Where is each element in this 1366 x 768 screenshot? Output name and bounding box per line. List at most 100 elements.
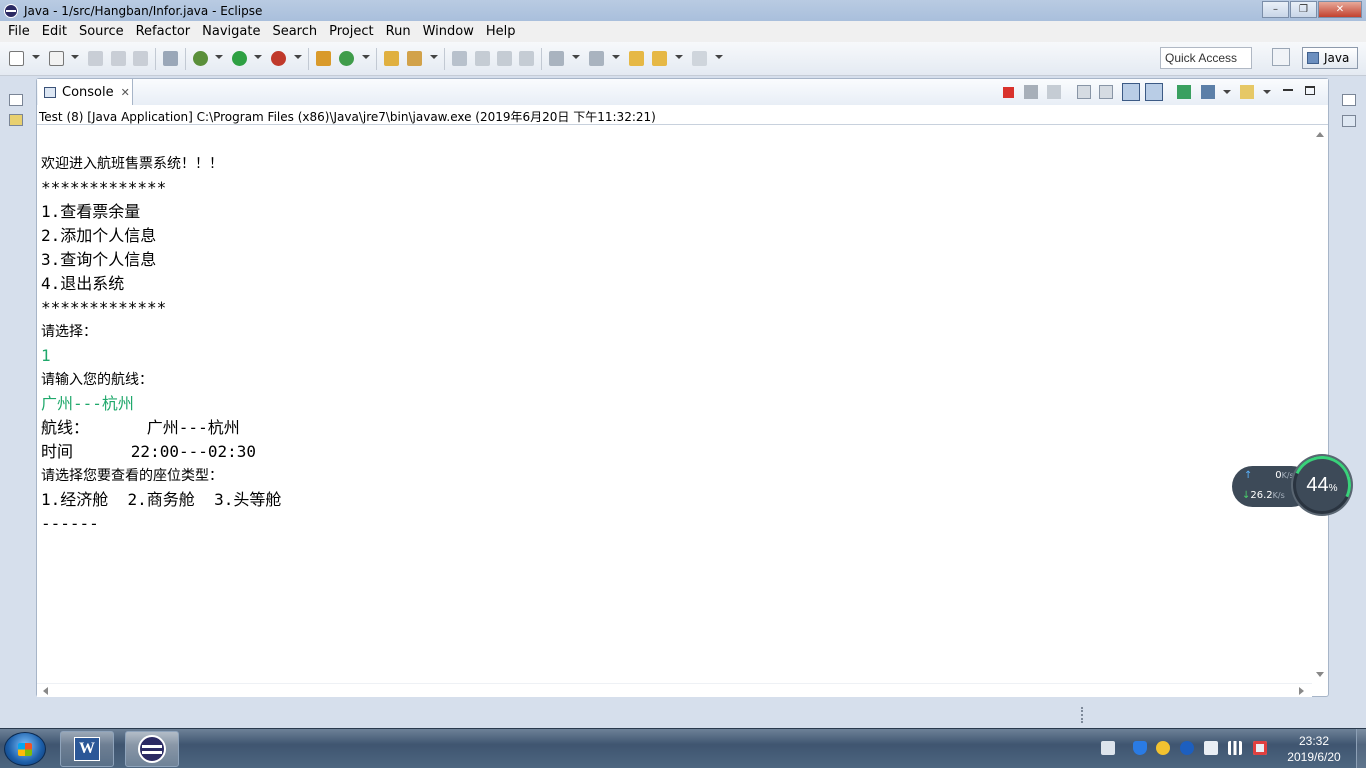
new-java-icon[interactable] — [49, 51, 64, 66]
new-dropdown-icon[interactable] — [32, 55, 40, 59]
menu-navigate[interactable]: Navigate — [196, 24, 266, 39]
horizontal-scrollbar[interactable] — [37, 683, 1312, 697]
close-icon[interactable]: ✕ — [121, 86, 130, 99]
console-description: Test (8) [Java Application] C:\Program F… — [37, 105, 1328, 125]
new-class-icon[interactable] — [339, 51, 354, 66]
memory-usage-gauge[interactable]: 44% — [1284, 447, 1360, 523]
save-icon[interactable] — [88, 51, 103, 66]
menu-window[interactable]: Window — [417, 24, 480, 39]
forward-dropdown-icon[interactable] — [715, 55, 723, 59]
java-perspective-button[interactable]: Java — [1302, 47, 1358, 69]
open-console-dropdown-icon[interactable] — [1263, 90, 1271, 94]
search-icon[interactable] — [407, 51, 422, 66]
next-annotation-dropdown-icon[interactable] — [572, 55, 580, 59]
show-whitespace-icon[interactable] — [497, 51, 512, 66]
run-icon[interactable] — [232, 51, 247, 66]
status-grip[interactable] — [1081, 707, 1083, 723]
open-perspective-icon[interactable] — [1272, 48, 1290, 66]
minimize-view-icon[interactable] — [1283, 89, 1293, 91]
remove-all-terminated-icon[interactable] — [1047, 85, 1061, 99]
save-all-icon[interactable] — [111, 51, 126, 66]
pilcrow-icon[interactable] — [519, 51, 534, 66]
console-output-line: 2.添加个人信息 — [41, 226, 157, 245]
terminate-icon[interactable] — [1003, 87, 1014, 98]
debug-icon[interactable] — [193, 51, 208, 66]
restore-icon[interactable] — [1342, 94, 1356, 106]
network-icon[interactable] — [1228, 741, 1242, 755]
start-button[interactable] — [4, 732, 46, 766]
usb-device-icon[interactable] — [1204, 741, 1218, 755]
usage-percent: 44% — [1296, 474, 1348, 497]
vertical-scrollbar[interactable] — [1313, 126, 1327, 683]
scroll-right-icon[interactable] — [1299, 687, 1304, 695]
keyboard-icon[interactable] — [1101, 741, 1115, 755]
back-dropdown-icon[interactable] — [675, 55, 683, 59]
debug-dropdown-icon[interactable] — [215, 55, 223, 59]
package-explorer-icon[interactable] — [9, 114, 23, 126]
bluetooth-icon[interactable] — [1180, 741, 1194, 755]
scroll-lock-icon[interactable] — [1099, 85, 1113, 99]
window-title: Java - 1/src/Hangban/Infor.java - Eclips… — [24, 3, 263, 18]
skip-breakpoints-icon[interactable] — [163, 51, 178, 66]
menu-search[interactable]: Search — [266, 24, 323, 39]
maximize-button[interactable]: ❐ — [1290, 1, 1317, 18]
menu-project[interactable]: Project — [323, 24, 379, 39]
forward-icon[interactable] — [692, 51, 707, 66]
restore-icon[interactable] — [9, 94, 23, 106]
search-dropdown-icon[interactable] — [430, 55, 438, 59]
qq-icon[interactable] — [1156, 741, 1170, 755]
open-console-icon[interactable] — [1240, 85, 1254, 99]
open-type-icon[interactable] — [384, 51, 399, 66]
minimize-button[interactable]: – — [1262, 1, 1289, 18]
menu-source[interactable]: Source — [73, 24, 130, 39]
close-button[interactable]: ✕ — [1318, 1, 1362, 18]
volume-muted-icon[interactable] — [1253, 741, 1267, 755]
menu-file[interactable]: File — [2, 24, 36, 39]
console-output-line: 航线： 广州---杭州 — [41, 418, 240, 437]
menu-bar: File Edit Source Refactor Navigate Searc… — [0, 21, 1366, 42]
title-bar: Java - 1/src/Hangban/Infor.java - Eclips… — [0, 0, 1366, 21]
taskbar-eclipse-button[interactable] — [125, 731, 179, 767]
new-icon[interactable] — [9, 51, 24, 66]
external-tools-dropdown-icon[interactable] — [294, 55, 302, 59]
toggle-block-selection-icon[interactable] — [475, 51, 490, 66]
display-selected-console-icon[interactable] — [1201, 85, 1215, 99]
menu-help[interactable]: Help — [480, 24, 522, 39]
console-output-line: ************* — [41, 298, 167, 317]
scroll-down-icon[interactable] — [1316, 672, 1324, 677]
menu-run[interactable]: Run — [380, 24, 417, 39]
outline-icon[interactable] — [1342, 115, 1356, 127]
show-on-stderr-icon[interactable] — [1145, 83, 1163, 101]
last-edit-location-icon[interactable] — [629, 51, 644, 66]
maximize-view-icon[interactable] — [1305, 86, 1315, 95]
taskbar-clock[interactable]: 23:32 2019/6/20 — [1276, 733, 1352, 765]
console-output-line: 欢迎进入航班售票系统！！！ — [41, 156, 223, 172]
run-dropdown-icon[interactable] — [254, 55, 262, 59]
previous-annotation-icon[interactable] — [589, 51, 604, 66]
remove-launch-icon[interactable] — [1024, 85, 1038, 99]
scroll-up-icon[interactable] — [1316, 132, 1324, 137]
taskbar-word-button[interactable]: W — [60, 731, 114, 767]
scroll-left-icon[interactable] — [43, 687, 48, 695]
clear-console-icon[interactable] — [1077, 85, 1091, 99]
back-icon[interactable] — [652, 51, 667, 66]
display-console-dropdown-icon[interactable] — [1223, 90, 1231, 94]
pin-console-icon[interactable] — [1177, 85, 1191, 99]
quick-access-input[interactable]: Quick Access — [1160, 47, 1252, 69]
tab-console[interactable]: Console ✕ — [38, 79, 133, 105]
toggle-mark-occurrences-icon[interactable] — [452, 51, 467, 66]
shield-icon[interactable] — [1133, 741, 1147, 755]
previous-annotation-dropdown-icon[interactable] — [612, 55, 620, 59]
new-package-icon[interactable] — [316, 51, 331, 66]
print-icon[interactable] — [133, 51, 148, 66]
next-annotation-icon[interactable] — [549, 51, 564, 66]
show-desktop-button[interactable] — [1356, 729, 1366, 768]
menu-edit[interactable]: Edit — [36, 24, 73, 39]
new-java-dropdown-icon[interactable] — [71, 55, 79, 59]
show-on-stdout-icon[interactable] — [1122, 83, 1140, 101]
menu-refactor[interactable]: Refactor — [130, 24, 197, 39]
console-output[interactable]: 欢迎进入航班售票系统！！！ ************* 1.查看票余量 2.添加个人信… — [37, 126, 1312, 683]
clock-time: 23:32 — [1298, 734, 1330, 748]
new-class-dropdown-icon[interactable] — [362, 55, 370, 59]
external-tools-icon[interactable] — [271, 51, 286, 66]
